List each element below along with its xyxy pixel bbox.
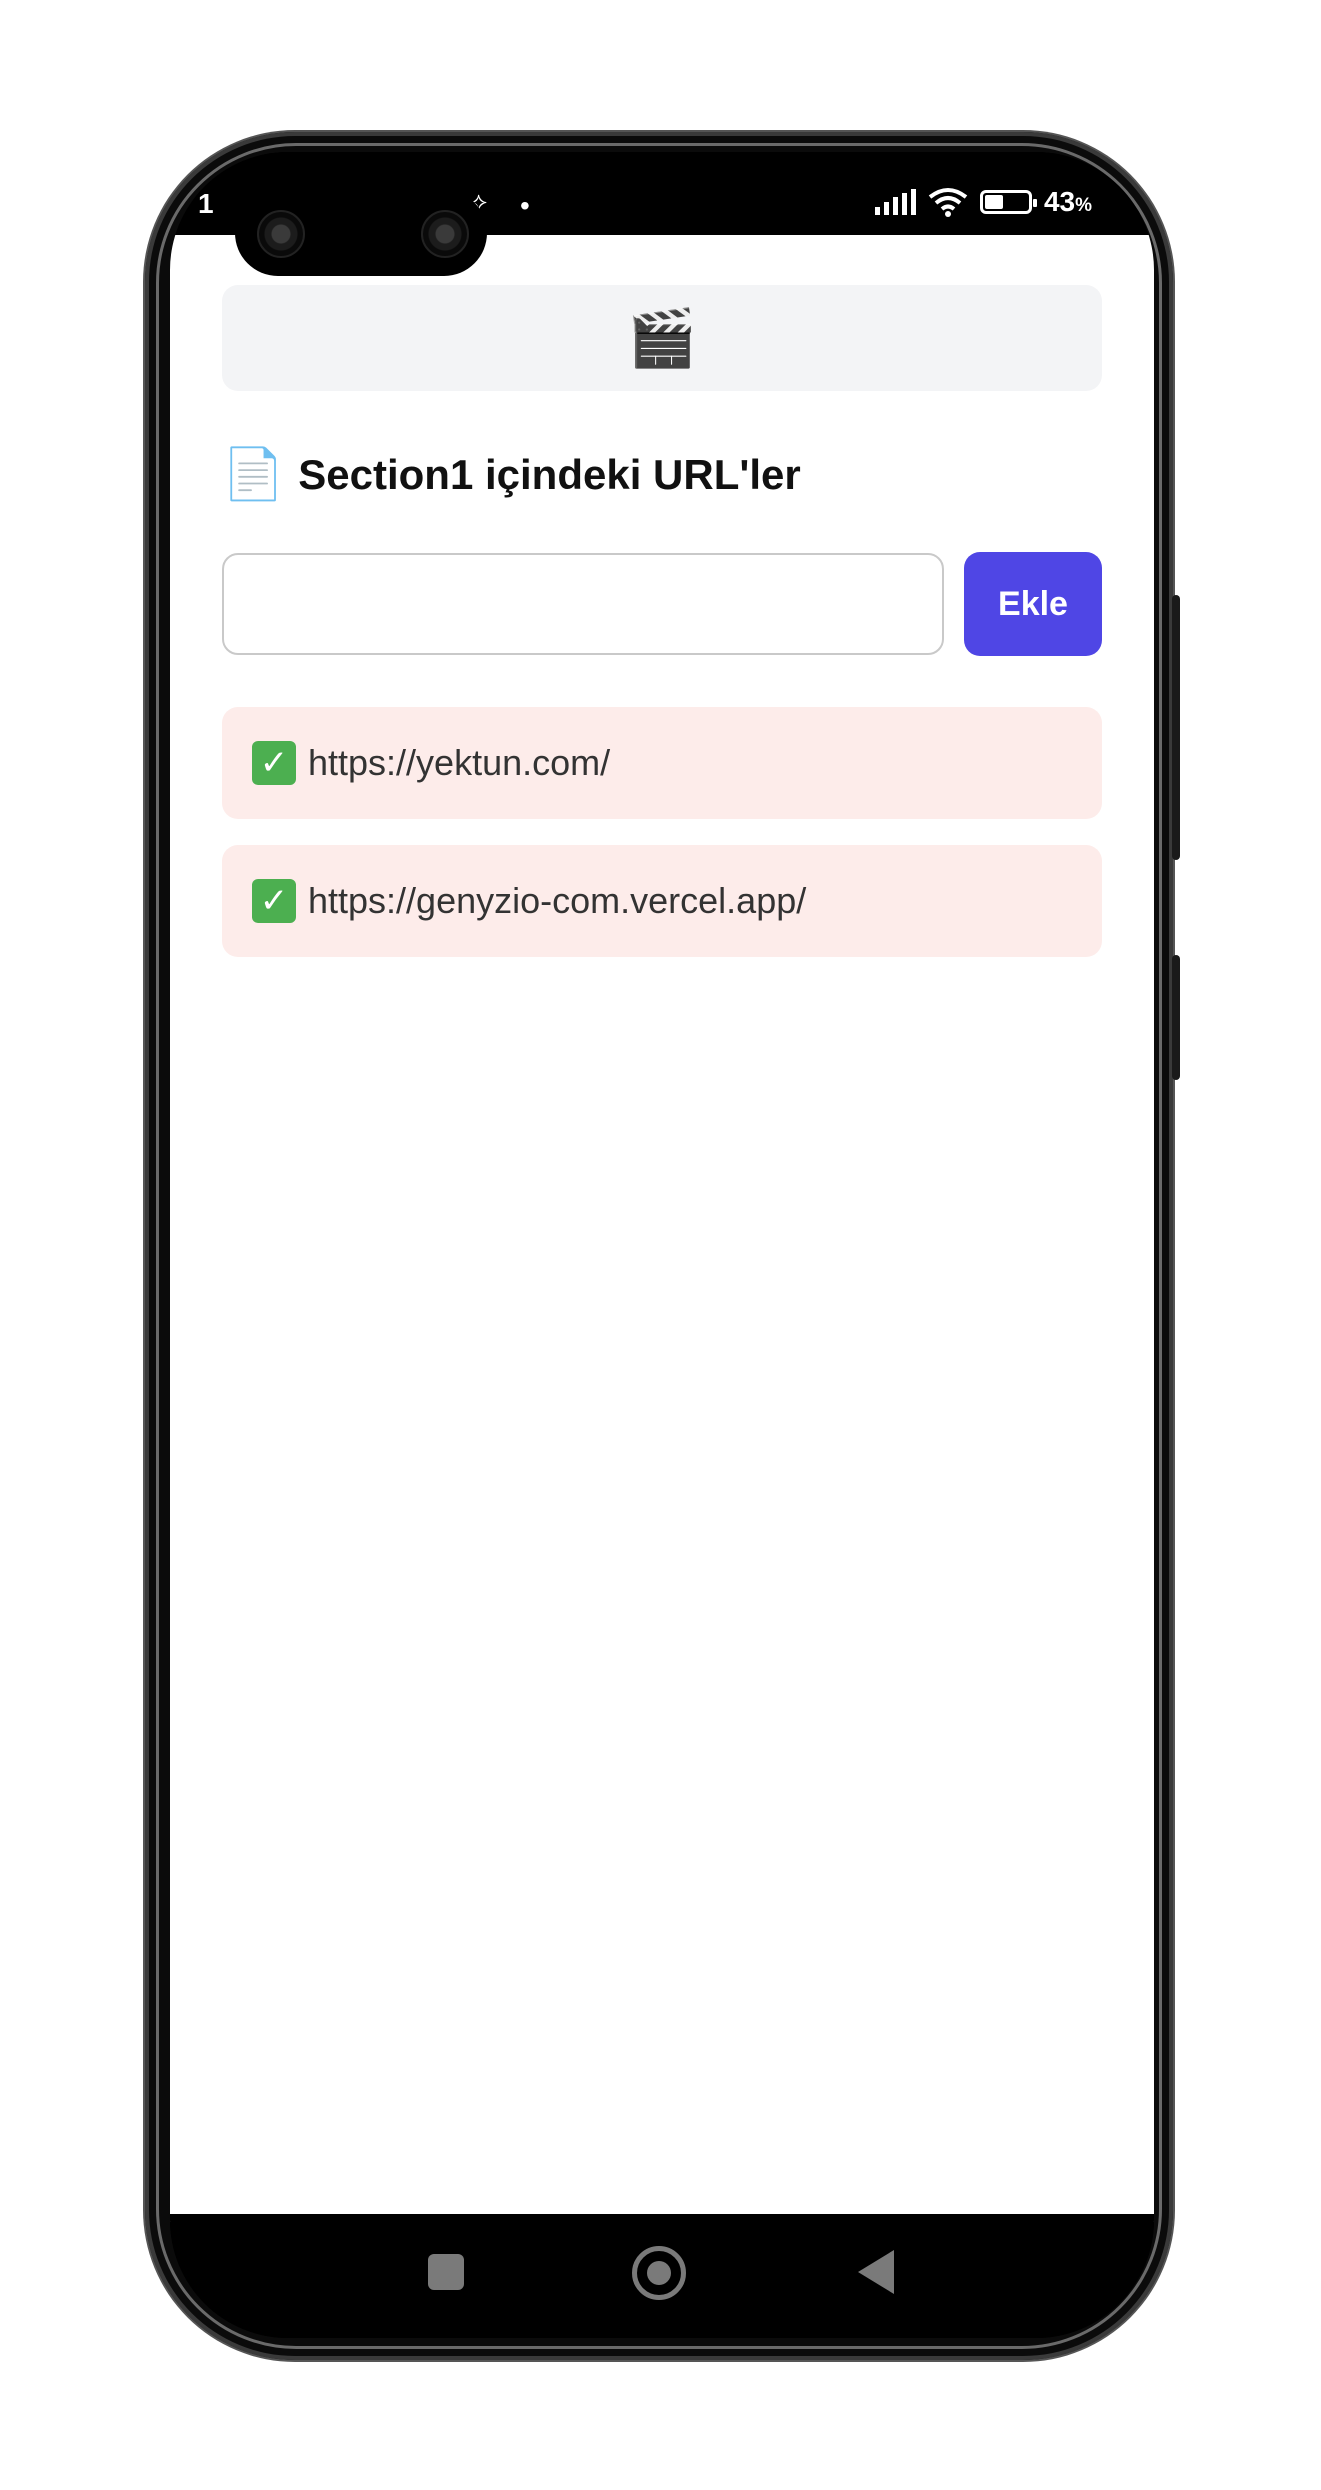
- home-icon[interactable]: [632, 2246, 686, 2300]
- url-input[interactable]: [222, 553, 944, 655]
- camera-cutout: [235, 190, 487, 276]
- power-button: [1172, 955, 1180, 1080]
- status-indicators: 43%: [874, 186, 1092, 218]
- volume-button: [1172, 595, 1180, 860]
- notification-dot: •: [520, 190, 530, 221]
- status-time: 1: [198, 188, 214, 219]
- screenshot-stage: 1 ⟡ • 43% 🎬 📄 Section1 içindeki URL'ler …: [0, 0, 1321, 2490]
- signal-icon: [874, 189, 916, 215]
- app-content: 🎬 📄 Section1 içindeki URL'ler Ekle ✓ htt…: [170, 235, 1154, 2222]
- battery-icon: [979, 190, 1037, 214]
- app-header: 🎬: [222, 285, 1102, 391]
- front-camera-lens: [421, 210, 469, 258]
- url-text: https://yektun.com/: [308, 742, 611, 783]
- phone-screen: 1 ⟡ • 43% 🎬 📄 Section1 içindeki URL'ler …: [170, 152, 1154, 2338]
- url-list: ✓ https://yektun.com/ ✓ https://genyzio-…: [222, 707, 1102, 983]
- recent-apps-icon[interactable]: [428, 2254, 464, 2290]
- battery-level: [984, 195, 1003, 209]
- page-title: Section1 içindeki URL'ler: [298, 450, 801, 498]
- navigation-bar: [170, 2214, 1154, 2338]
- section-heading: 📄 Section1 içindeki URL'ler: [222, 445, 801, 504]
- url-text: https://genyzio-com.vercel.app/: [308, 880, 807, 921]
- battery-percent: 43%: [1043, 186, 1092, 217]
- back-icon[interactable]: [858, 2250, 894, 2294]
- check-icon: ✓: [252, 879, 296, 923]
- wifi-icon: [928, 188, 968, 217]
- list-item[interactable]: ✓ https://genyzio-com.vercel.app/: [222, 845, 1102, 957]
- list-item[interactable]: ✓ https://yektun.com/: [222, 707, 1102, 819]
- check-icon: ✓: [252, 741, 296, 785]
- front-camera-lens: [257, 210, 305, 258]
- clapperboard-icon: 🎬: [627, 306, 697, 369]
- add-url-button[interactable]: Ekle: [964, 552, 1102, 656]
- document-icon: 📄: [222, 446, 285, 502]
